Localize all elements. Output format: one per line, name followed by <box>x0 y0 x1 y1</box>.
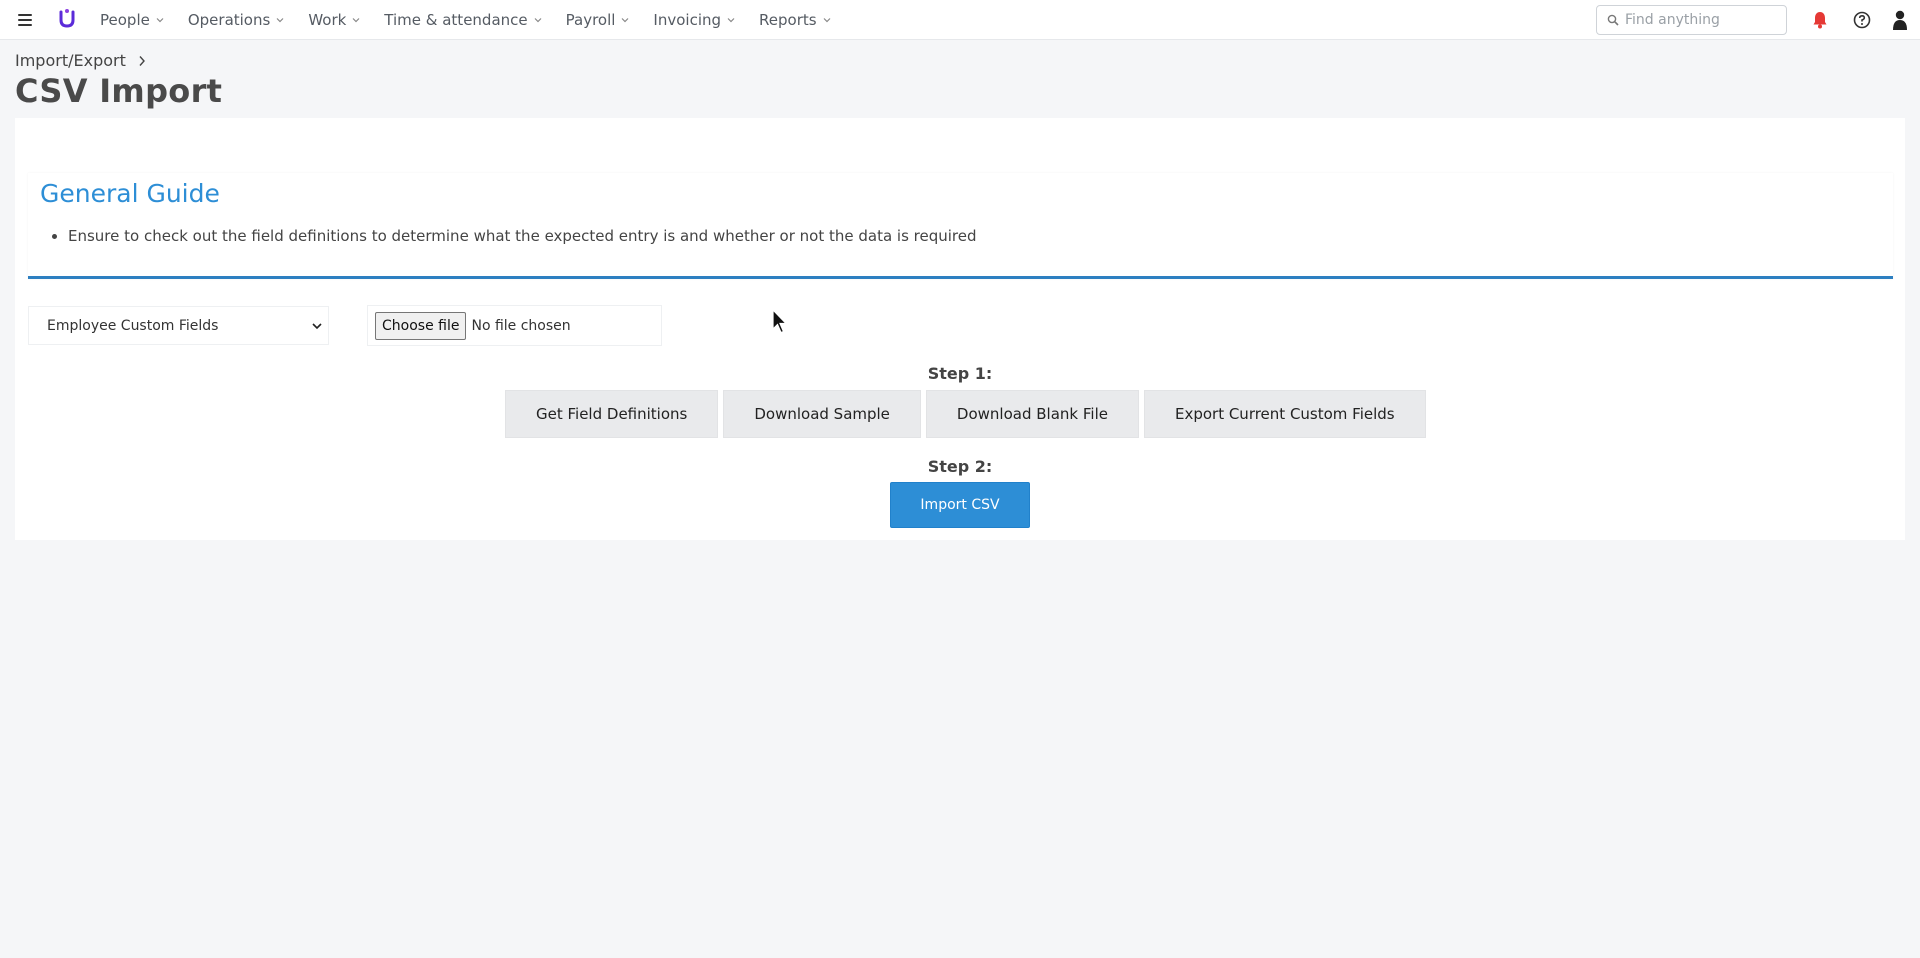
search-input[interactable] <box>1625 12 1775 28</box>
nav-time-attendance[interactable]: Time & attendance <box>384 0 553 40</box>
global-search[interactable] <box>1596 5 1787 35</box>
nav-invoicing[interactable]: Invoicing <box>653 0 747 40</box>
nav-label: Time & attendance <box>384 11 528 29</box>
help-icon[interactable] <box>1853 11 1871 29</box>
mouse-cursor-icon <box>772 309 788 334</box>
nav-work[interactable]: Work <box>308 0 372 40</box>
nav-label: Payroll <box>565 11 616 29</box>
chevron-down-icon <box>727 18 735 23</box>
menu-icon[interactable] <box>18 14 32 26</box>
chevron-down-icon <box>276 18 284 23</box>
import-csv-button[interactable]: Import CSV <box>890 482 1030 528</box>
nav-people[interactable]: People <box>100 0 176 40</box>
nav-label: Work <box>308 11 347 29</box>
choose-file-button[interactable]: Choose file <box>375 311 467 340</box>
chevron-down-icon <box>534 18 542 23</box>
user-icon[interactable] <box>1892 10 1908 30</box>
get-field-definitions-button[interactable]: Get Field Definitions <box>505 390 719 438</box>
breadcrumb: Import/Export <box>15 51 146 70</box>
page-title: CSV Import <box>15 72 223 110</box>
bell-icon[interactable] <box>1812 11 1828 29</box>
nav-label: People <box>100 11 150 29</box>
main-nav: People Operations Work Time & attendance… <box>88 0 843 40</box>
step1-button-group: Get Field Definitions Download Sample Do… <box>505 390 1431 438</box>
search-icon <box>1607 14 1619 26</box>
nav-operations[interactable]: Operations <box>188 0 296 40</box>
guide-item: Ensure to check out the field definition… <box>68 227 977 245</box>
download-sample-button[interactable]: Download Sample <box>723 390 921 438</box>
guide-title: General Guide <box>40 179 220 208</box>
logo-icon[interactable] <box>58 8 76 30</box>
nav-reports[interactable]: Reports <box>759 0 843 40</box>
export-current-custom-fields-button[interactable]: Export Current Custom Fields <box>1143 390 1426 438</box>
guide-list: Ensure to check out the field definition… <box>68 227 977 245</box>
breadcrumb-import-export[interactable]: Import/Export <box>15 51 126 70</box>
step1-label: Step 1: <box>927 364 993 383</box>
download-blank-file-button[interactable]: Download Blank File <box>925 390 1139 438</box>
general-guide-panel: General Guide Ensure to check out the fi… <box>28 173 1893 279</box>
step2-label: Step 2: <box>927 457 993 476</box>
chevron-down-icon <box>156 18 164 23</box>
chevron-down-icon <box>621 18 629 23</box>
file-input: Choose file No file chosen <box>367 305 662 346</box>
nav-label: Operations <box>187 11 271 29</box>
file-status: No file chosen <box>471 317 571 334</box>
chevron-right-icon <box>139 55 145 66</box>
chevron-down-icon <box>352 18 360 23</box>
chevron-down-icon <box>823 18 831 23</box>
import-card: General Guide Ensure to check out the fi… <box>15 118 1905 540</box>
top-navbar: People Operations Work Time & attendance… <box>0 0 1920 40</box>
import-type-select[interactable]: Employee Custom Fields <box>28 306 329 345</box>
nav-label: Invoicing <box>653 11 722 29</box>
nav-label: Reports <box>759 11 817 29</box>
nav-payroll[interactable]: Payroll <box>566 0 642 40</box>
